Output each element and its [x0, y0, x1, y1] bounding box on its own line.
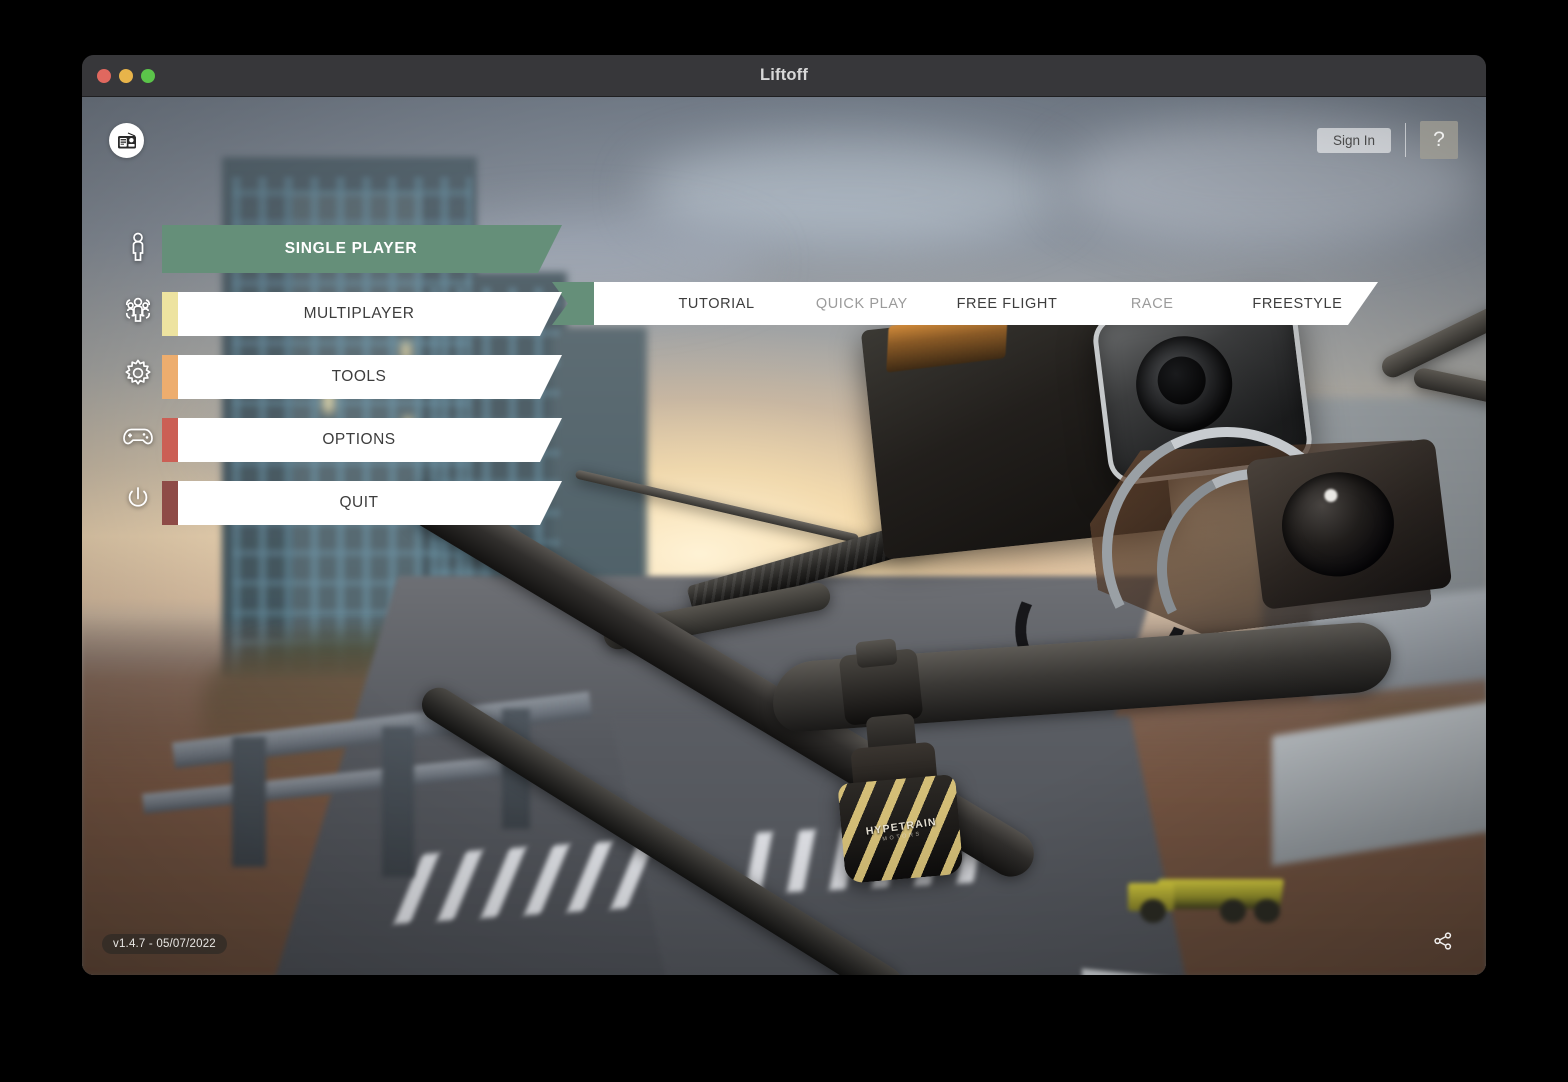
menu-accent [162, 355, 178, 399]
window-title: Liftoff [759, 66, 809, 84]
tab-freestyle[interactable]: FREESTYLE [1225, 296, 1370, 312]
menu-item-label: MULTIPLAYER [303, 305, 415, 322]
game-ui-overlay: Sign In ? SINGLE PLAYER MULTIPLAYER TOOL… [82, 97, 1486, 975]
menu-item-tools[interactable]: TOOLS [162, 355, 562, 399]
quit-icon[interactable] [116, 467, 160, 530]
minimize-button[interactable] [119, 68, 133, 83]
game-viewport: HYPETRAIN MOTORS Sign In ? SINGLE PLAYER… [82, 97, 1486, 975]
menu-plate: OPTIONS [178, 418, 562, 462]
tab-quick-play[interactable]: QUICK PLAY [789, 296, 934, 312]
tab-race[interactable]: RACE [1080, 296, 1225, 312]
tools-icon[interactable] [116, 341, 160, 404]
share-button[interactable] [1430, 928, 1456, 954]
menu-item-quit[interactable]: QUIT [162, 481, 562, 525]
news-button[interactable] [109, 123, 144, 158]
version-badge: v1.4.7 - 05/07/2022 [102, 934, 227, 954]
menu-item-options[interactable]: OPTIONS [162, 418, 562, 462]
tab-tutorial[interactable]: TUTORIAL [644, 296, 789, 312]
menu-accent [162, 418, 178, 462]
window-traffic-lights [97, 68, 155, 83]
menu-item-label: OPTIONS [322, 431, 396, 448]
screenshot-root: Liftoff HYPETRAIN MOTORS Sign In ? SINGL… [0, 0, 1568, 1082]
top-right-controls: Sign In ? [1316, 121, 1458, 159]
menu-plate: SINGLE PLAYER [162, 225, 562, 273]
window-titlebar: Liftoff [82, 55, 1486, 97]
menu-accent [162, 292, 178, 336]
menu-plate: QUIT [178, 481, 562, 525]
close-button[interactable] [97, 68, 111, 83]
menu-accent [162, 481, 178, 525]
menu-item-single-player[interactable]: SINGLE PLAYER [162, 225, 562, 273]
menu-icon-rail [116, 215, 160, 530]
tab-free-flight[interactable]: FREE FLIGHT [934, 296, 1079, 312]
single-player-icon[interactable] [116, 215, 160, 278]
options-icon[interactable] [116, 404, 160, 467]
multiplayer-icon[interactable] [116, 278, 160, 341]
maximize-button[interactable] [141, 68, 155, 83]
menu-plate: MULTIPLAYER [178, 292, 562, 336]
main-menu: SINGLE PLAYER MULTIPLAYER TOOLS OPTIONS … [162, 225, 562, 544]
share-icon [1434, 932, 1452, 950]
menu-item-multiplayer[interactable]: MULTIPLAYER [162, 292, 562, 336]
help-button[interactable]: ? [1420, 121, 1458, 159]
app-window: Liftoff HYPETRAIN MOTORS Sign In ? SINGL… [82, 55, 1486, 975]
menu-item-label: QUIT [339, 494, 379, 511]
menu-item-label: SINGLE PLAYER [284, 240, 418, 257]
menu-item-label: TOOLS [331, 368, 387, 385]
vertical-divider [1405, 123, 1406, 157]
sub-navigation-bar: TUTORIAL QUICK PLAY FREE FLIGHT RACE FRE… [594, 282, 1378, 325]
radio-news-icon [117, 131, 136, 148]
menu-plate: TOOLS [178, 355, 562, 399]
sign-in-button[interactable]: Sign In [1316, 127, 1391, 153]
